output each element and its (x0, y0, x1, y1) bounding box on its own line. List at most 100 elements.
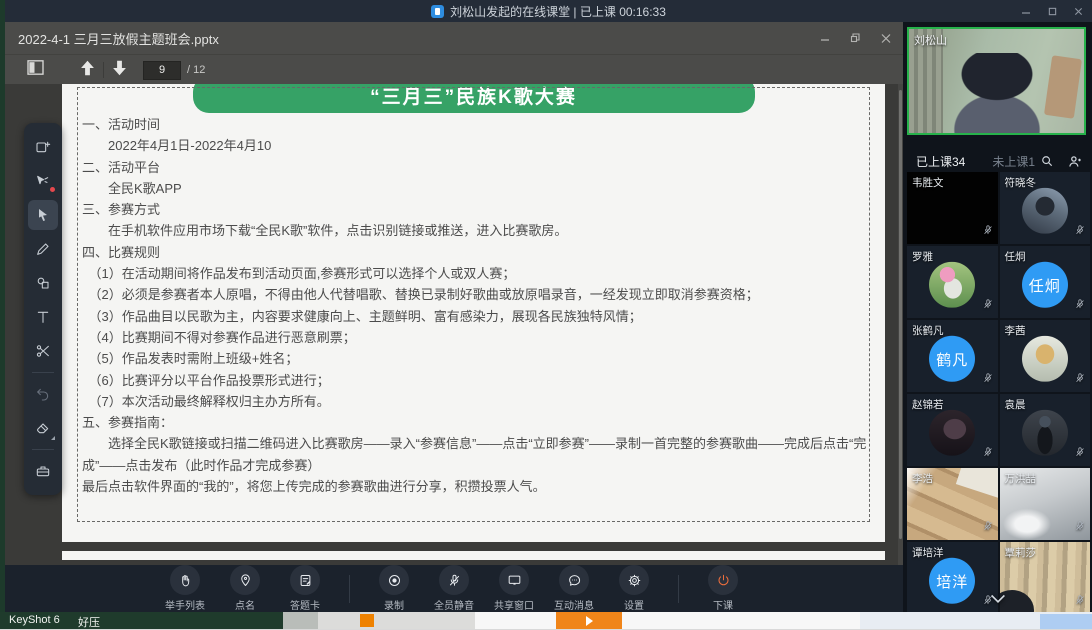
page-down-icon[interactable] (112, 60, 127, 81)
page-up-icon[interactable] (80, 60, 95, 81)
participant-tile[interactable]: 李浩 (907, 468, 998, 540)
participant-name: 李浩 (912, 471, 933, 486)
slide-text-line: 全民K歌APP (82, 178, 873, 199)
participant-tile[interactable]: 罗雅 (907, 246, 998, 318)
document-title: 2022-4-1 三月三放假主题班会.pptx (18, 29, 219, 48)
pin-button[interactable]: 点名 (215, 565, 275, 612)
participant-name: 罗雅 (912, 249, 933, 264)
class-control-toolbar: 举手列表点名答题卡 录制 全员静音共享窗口互动消息设置下课 (5, 565, 903, 612)
record-button[interactable]: 录制 (364, 565, 424, 612)
participant-grid: 韦胜文符晓冬罗雅任炯任炯张鹤凡鹤凡李茜赵锦若袁晨李浩万洪喆谭培洋培洋覃莉莎 (907, 172, 1090, 612)
keyshot-label: KeyShot 6 (9, 614, 60, 626)
cursor-icon[interactable] (28, 200, 58, 230)
thumbnail-pane-icon[interactable] (27, 60, 44, 80)
classroom-app-icon (431, 5, 444, 18)
participant-tile[interactable]: 万洪喆 (1000, 468, 1091, 540)
mic-muted-icon (982, 297, 994, 315)
participant-tile[interactable]: 李茜 (1000, 320, 1091, 392)
doc-restore-icon[interactable] (850, 31, 861, 49)
maximize-icon[interactable] (1046, 5, 1058, 17)
background-window-strip (283, 612, 318, 629)
scissors-icon[interactable] (28, 336, 58, 366)
power-button[interactable]: 下课 (693, 565, 753, 612)
participant-tile[interactable]: 任炯任炯 (1000, 246, 1091, 318)
mic-off-icon (439, 565, 469, 595)
document-nav-bar: 9 / 12 (5, 54, 903, 85)
slide-text-line: 最后点击软件界面的“我的”，将您上传完成的参赛歌曲进行分享，积攒投票人气。 (82, 476, 873, 497)
slide-text-line: （5）作品发表时需附上班级+姓名； (82, 348, 873, 369)
teacher-video[interactable]: 刘松山 (907, 27, 1086, 135)
laser-pointer-icon[interactable] (28, 166, 58, 196)
participant-tile[interactable]: 袁晨 (1000, 394, 1091, 466)
shapes-icon[interactable] (28, 268, 58, 298)
page-total-label: / 12 (187, 64, 205, 76)
card-button[interactable]: 答题卡 (275, 565, 335, 612)
teacher-name-label: 刘松山 (914, 32, 947, 48)
card-icon (290, 565, 320, 595)
mic-muted-icon (1074, 445, 1086, 463)
undo-icon[interactable] (28, 379, 58, 409)
participant-tile[interactable]: 赵锦若 (907, 394, 998, 466)
toolbox-icon[interactable] (28, 456, 58, 486)
slide-text-line: 在手机软件应用市场下载“全民K歌”软件，点击识别链接或推送，进入比赛歌房。 (82, 220, 873, 241)
add-file-icon[interactable] (28, 132, 58, 162)
slide-text-line: （7）本次活动最终解释权归主办方所有。 (82, 391, 873, 412)
text-icon[interactable] (28, 302, 58, 332)
page-number-input[interactable]: 9 (143, 61, 181, 80)
participant-name: 李茜 (1005, 323, 1026, 338)
slide-text-line: （2）必须是参赛者本人原唱，不得由他人代替唱歌、替换已录制好歌曲或放原唱录音，一… (82, 284, 873, 305)
invite-member-icon[interactable] (1067, 154, 1082, 169)
annotation-toolbar (24, 123, 62, 495)
search-icon[interactable] (1040, 154, 1054, 168)
chat-button[interactable]: 互动消息 (544, 565, 604, 612)
tab-offline[interactable]: 未上课1 (992, 153, 1035, 170)
participant-tile[interactable]: 张鹤凡鹤凡 (907, 320, 998, 392)
screen-button[interactable]: 共享窗口 (484, 565, 544, 612)
participant-name: 符晓冬 (1005, 175, 1037, 190)
slide-text-line: 选择全民K歌链接或扫描二维码进入比赛歌房——录入“参赛信息”——点击“立即参赛”… (82, 433, 873, 476)
avatar: 鹤凡 (929, 336, 975, 382)
mic-muted-icon (1074, 223, 1086, 241)
close-icon[interactable] (1072, 5, 1084, 17)
scrollbar-thumb[interactable] (899, 90, 902, 539)
toolbar-button-label: 答题卡 (290, 597, 320, 612)
nav-separator (103, 62, 104, 78)
mic-off-button[interactable]: 全员静音 (424, 565, 484, 612)
slide-text-line: （1）在活动期间将作品发布到活动页面,参赛形式可以选择个人或双人赛； (82, 263, 873, 284)
participant-tile[interactable]: 覃莉莎 (1000, 542, 1091, 612)
participant-tile[interactable]: 谭培洋培洋 (907, 542, 998, 612)
eraser-icon[interactable] (28, 413, 58, 443)
doc-close-icon[interactable] (881, 31, 891, 49)
participant-name: 赵锦若 (912, 397, 944, 412)
gear-icon (619, 565, 649, 595)
tab-online[interactable]: 已上课34 (916, 153, 965, 170)
next-slide-edge (62, 551, 885, 560)
toolbar-divider (32, 372, 54, 373)
slide-text-line: 二、活动平台 (82, 157, 873, 178)
participant-tile[interactable]: 符晓冬 (1000, 172, 1091, 244)
slide-text-line: （3）作品曲目以民歌为主，内容要求健康向上、主题鲜明、富有感染力，展现各民族独特… (82, 306, 873, 327)
avatar (1022, 336, 1068, 382)
participant-name: 张鹤凡 (912, 323, 944, 338)
slide-text-line: （6）比赛评分以平台作品投票形式进行； (82, 370, 873, 391)
mic-muted-icon (982, 371, 994, 389)
slide-text-line: 三、参赛方式 (82, 199, 873, 220)
doc-minimize-icon[interactable] (820, 31, 830, 49)
roster-sidebar: 刘松山 已上课34 未上课1 韦胜文符晓冬罗雅任炯任炯张鹤凡鹤凡李茜赵锦若袁晨李… (903, 22, 1092, 612)
slide-text-line: 四、比赛规则 (82, 242, 873, 263)
minimize-icon[interactable] (1020, 5, 1032, 17)
hand-button[interactable]: 举手列表 (155, 565, 215, 612)
toolbar-button-label: 录制 (384, 597, 404, 612)
gear-button[interactable]: 设置 (604, 565, 664, 612)
participant-tile[interactable]: 韦胜文 (907, 172, 998, 244)
pen-icon[interactable] (28, 234, 58, 264)
chevron-down-icon[interactable] (989, 592, 1006, 610)
mic-muted-icon (982, 445, 994, 463)
pin-icon (230, 565, 260, 595)
toolbar-button-label: 互动消息 (554, 597, 594, 612)
avatar (929, 410, 975, 456)
mic-muted-icon (1074, 519, 1086, 537)
avatar (1022, 410, 1068, 456)
power-icon (708, 565, 738, 595)
haozip-label: 好压 (78, 614, 100, 630)
